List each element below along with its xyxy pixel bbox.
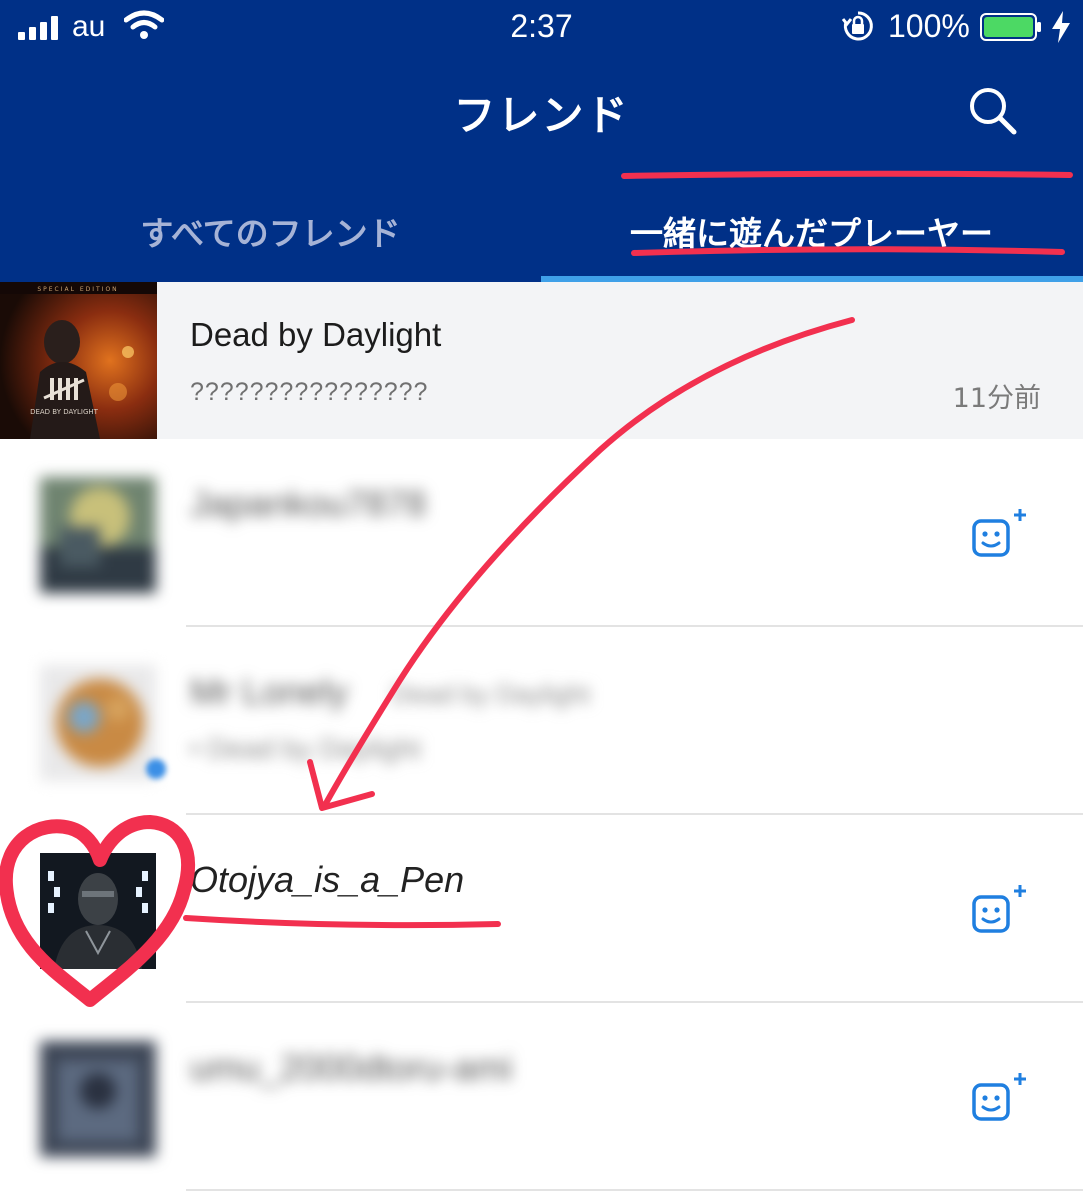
add-friend-icon[interactable] (968, 883, 1032, 943)
player-name: Mr Lonely (190, 671, 349, 712)
game-title: Dead by Daylight (190, 316, 442, 353)
tab-played-with[interactable]: 一緒に遊んだプレーヤー (541, 180, 1082, 282)
player-row[interactable]: Mr Lonely Dead by Daylight • Dead by Day… (0, 627, 1083, 815)
battery-icon (980, 13, 1041, 41)
rotation-lock-icon (842, 11, 873, 41)
charging-icon (1052, 11, 1070, 43)
player-name: Japankou7878 (190, 483, 427, 524)
game-timestamp: 11分前 (952, 383, 1041, 414)
player-row[interactable]: Japankou7878 (0, 439, 1083, 627)
player-row[interactable]: umu_2000dtoru-ami (0, 1003, 1083, 1191)
player-avatar (40, 1041, 156, 1157)
status-bar: au 2:37 100% (0, 0, 1083, 56)
battery-percent: 100% (888, 8, 970, 44)
app-header: au 2:37 100% フレンド すべてのフレンド 一緒に遊んだプレーヤー (0, 0, 1083, 282)
add-friend-icon[interactable] (968, 1071, 1032, 1131)
tab-all-friends[interactable]: すべてのフレンド (0, 180, 541, 282)
search-icon[interactable] (962, 82, 1024, 140)
add-friend-icon[interactable] (968, 507, 1032, 567)
player-status-text: • Dead by Daylight (190, 733, 421, 764)
player-name: Otojya_is_a_Pen (190, 859, 465, 900)
tab-bar: すべてのフレンド 一緒に遊んだプレーヤー (0, 180, 1083, 282)
game-session-row[interactable]: SPECIAL EDITION DEAD BY DAYLIGHT Dead by… (0, 282, 1083, 439)
row-divider (186, 1189, 1083, 1191)
player-avatar (40, 853, 156, 969)
online-status-dot (146, 759, 166, 779)
svg-text:DEAD BY DAYLIGHT: DEAD BY DAYLIGHT (30, 408, 99, 416)
player-name: umu_2000dtoru-ami (190, 1047, 513, 1088)
player-row[interactable]: Otojya_is_a_Pen (0, 815, 1083, 1003)
game-cover-image: SPECIAL EDITION DEAD BY DAYLIGHT (0, 282, 157, 439)
player-game-hint: Dead by Daylight (392, 679, 590, 709)
cover-caption: SPECIAL EDITION (37, 286, 118, 293)
game-subtitle: ???????????????? (190, 378, 429, 406)
player-avatar (40, 477, 156, 593)
page-title: フレンド (453, 91, 630, 140)
player-avatar (40, 665, 156, 781)
